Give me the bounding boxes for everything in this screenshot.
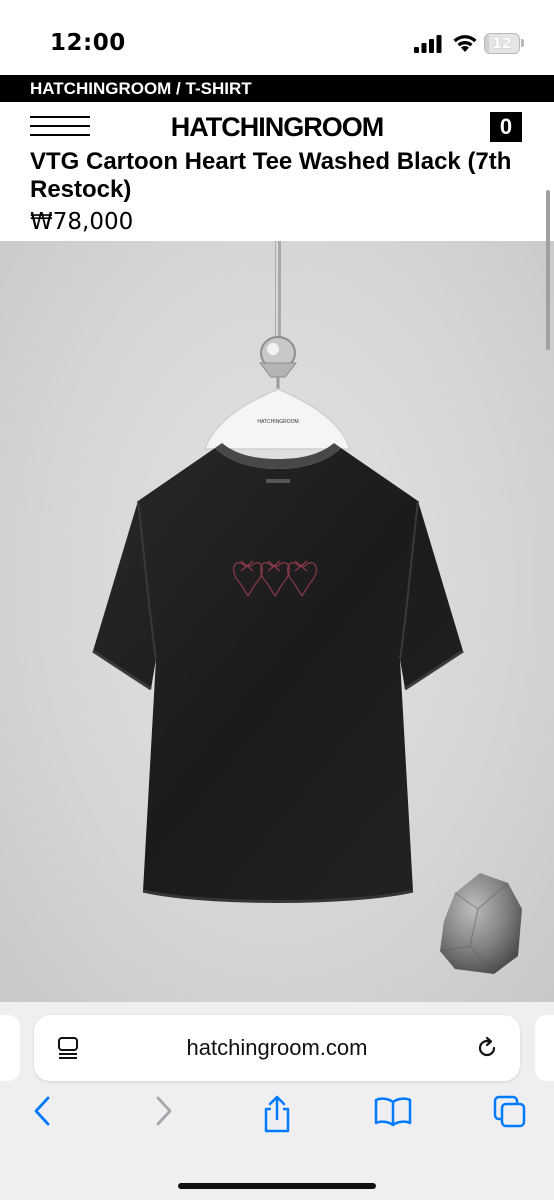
share-icon[interactable]: [260, 1094, 294, 1134]
previous-tab-preview[interactable]: [0, 1015, 20, 1081]
product-title: VTG Cartoon Heart Tee Washed Black (7th …: [30, 148, 512, 203]
wifi-icon: [453, 35, 477, 52]
tabs-icon[interactable]: [492, 1094, 528, 1130]
home-indicator: [178, 1183, 376, 1189]
next-tab-preview[interactable]: [535, 1015, 554, 1081]
signal-icon: [414, 35, 442, 53]
status-time: 12:00: [50, 30, 126, 56]
battery-icon: 12: [484, 33, 524, 54]
url-text[interactable]: hatchingroom.com: [34, 1035, 520, 1061]
reload-icon[interactable]: [474, 1035, 500, 1061]
product-price: ₩78,000: [30, 209, 134, 235]
brand-logo[interactable]: HATCHINGROOM: [0, 112, 554, 143]
back-icon[interactable]: [30, 1094, 56, 1128]
forward-icon[interactable]: [150, 1094, 176, 1128]
scroll-indicator[interactable]: [546, 190, 550, 350]
hanger-logo: HATCHINGROOM: [257, 419, 298, 425]
bookmarks-icon[interactable]: [374, 1094, 412, 1128]
product-image[interactable]: HATCHINGROOM: [0, 241, 554, 1002]
neck-label: [266, 479, 290, 483]
status-bar: 12:00 12: [0, 0, 554, 75]
tshirt-photo: HATCHINGROOM: [92, 241, 522, 975]
browser-bottom-bar: hatchingroom.com: [0, 1002, 554, 1200]
breadcrumb[interactable]: HATCHINGROOM / T-SHIRT: [0, 75, 554, 102]
site-header: HATCHINGROOM 0: [0, 102, 554, 148]
cart-button[interactable]: 0: [490, 112, 522, 142]
address-bar[interactable]: hatchingroom.com: [34, 1015, 520, 1081]
browser-toolbar: [0, 1094, 554, 1144]
battery-level: 12: [492, 35, 512, 52]
